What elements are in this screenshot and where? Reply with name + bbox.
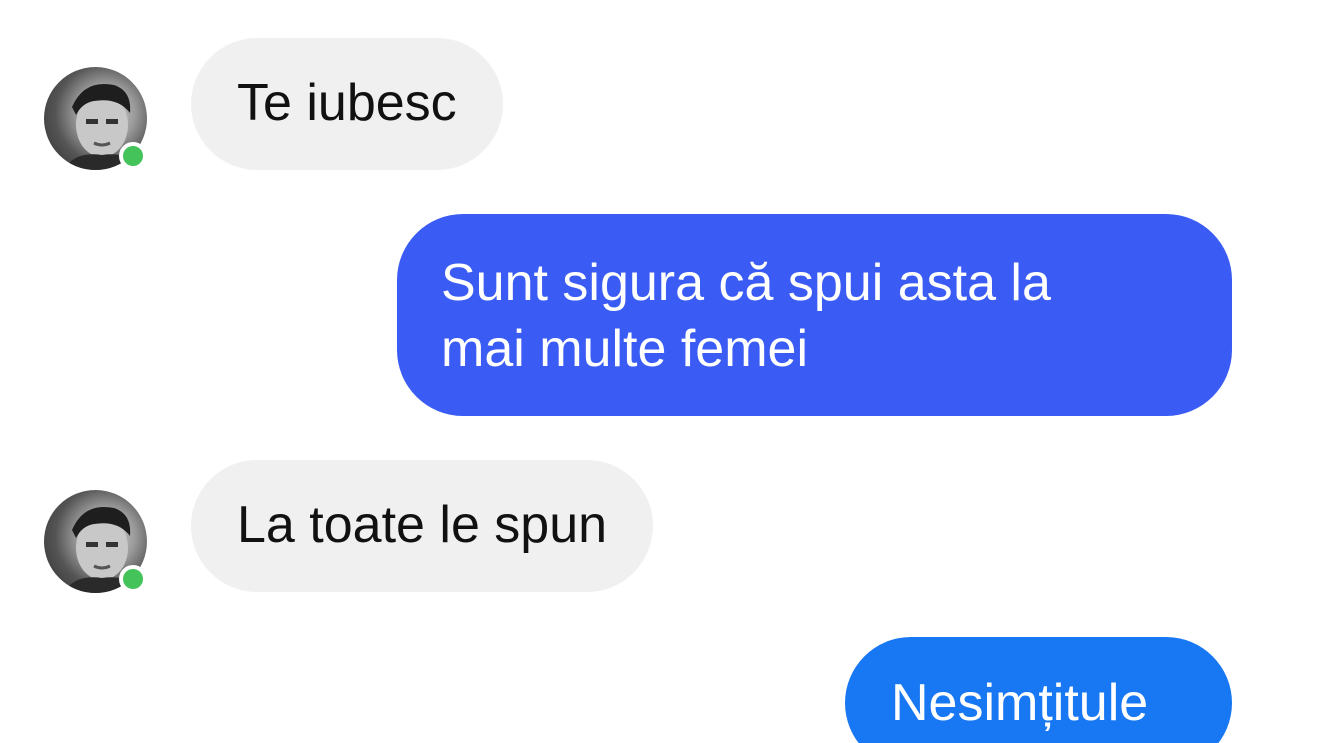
message-bubble-incoming[interactable]: Te iubesc: [191, 38, 503, 170]
online-status-icon: [119, 142, 147, 170]
message-bubble-outgoing[interactable]: Nesimțitule: [845, 637, 1232, 743]
online-status-icon: [119, 565, 147, 593]
sender-avatar[interactable]: [44, 490, 147, 593]
sender-avatar[interactable]: [44, 67, 147, 170]
message-bubble-outgoing[interactable]: Sunt sigura că spui asta la mai multe fe…: [397, 214, 1232, 416]
message-bubble-incoming[interactable]: La toate le spun: [191, 460, 654, 592]
chat-thread: Te iubesc Sunt sigura că spui asta la ma…: [0, 0, 1320, 743]
